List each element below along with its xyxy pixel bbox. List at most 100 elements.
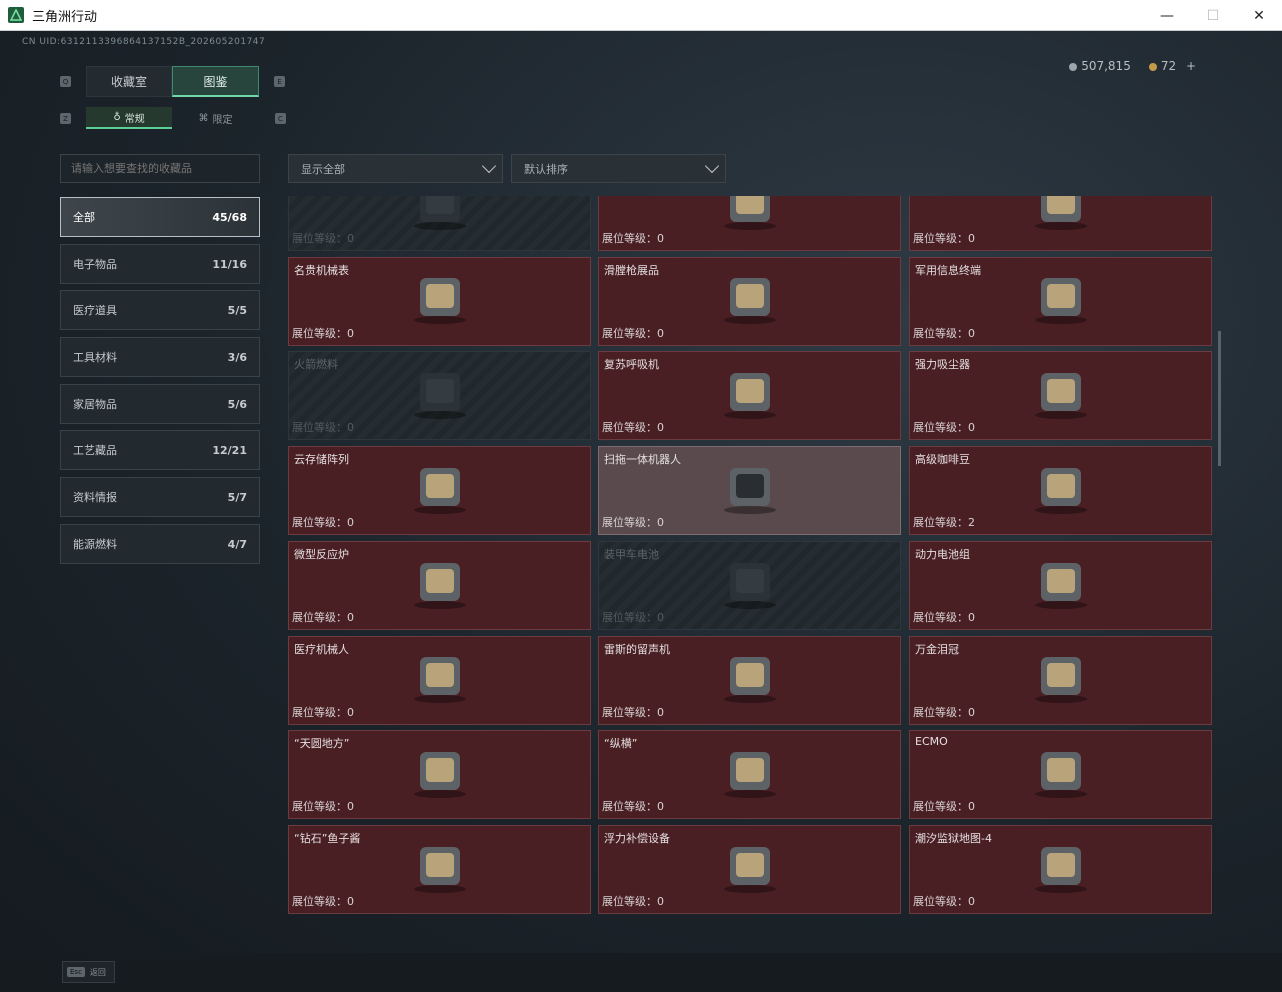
regular-icon: ♁ bbox=[113, 111, 121, 123]
category-fuel[interactable]: 能源燃料 4/7 bbox=[60, 524, 260, 564]
item-name: 动力电池组 bbox=[915, 547, 970, 561]
subtab-limited[interactable]: ⌘ 限定 bbox=[172, 107, 259, 129]
item-name: 浮力补偿设备 bbox=[604, 831, 670, 845]
exhibit-level: 展位等级：0 bbox=[292, 800, 354, 814]
category-medical[interactable]: 医疗道具 5/5 bbox=[60, 290, 260, 330]
display-filter-dropdown[interactable]: 显示全部 bbox=[288, 154, 503, 183]
collection-card[interactable]: 浮力补偿设备 展位等级：0 bbox=[598, 824, 901, 914]
exhibit-level: 展位等级：0 bbox=[913, 705, 975, 719]
vacuum-icon bbox=[1021, 363, 1101, 425]
sort-dropdown[interactable]: 默认排序 bbox=[511, 154, 726, 183]
collection-grid[interactable]: 曼德尔超算单元展位等级：0自动体外除颤器展位等级：0步战车模型展位等级：0 名贵机… bbox=[288, 196, 1213, 924]
bcd-icon bbox=[710, 837, 790, 899]
exhibit-level: 展位等级：0 bbox=[913, 232, 975, 245]
exhibit-level: 展位等级：0 bbox=[602, 894, 664, 908]
collection-card[interactable]: 军用信息终端 展位等级：0 bbox=[909, 256, 1212, 346]
jeweled-egg-icon bbox=[1021, 647, 1101, 709]
item-name: 军用信息终端 bbox=[915, 263, 981, 277]
limited-icon: ⌘ bbox=[198, 112, 209, 124]
collection-card[interactable]: “纵横” 展位等级：0 bbox=[598, 730, 901, 820]
collection-card[interactable]: 扫拖一体机器人 展位等级：0 bbox=[598, 446, 901, 536]
grid-scrollbar[interactable] bbox=[1218, 331, 1221, 466]
category-household[interactable]: 家居物品 5/6 bbox=[60, 384, 260, 424]
defibrillator-icon bbox=[710, 196, 790, 236]
item-name: 火箭燃料 bbox=[294, 358, 338, 372]
exhibit-level: 展位等级：0 bbox=[292, 516, 354, 530]
close-button[interactable]: ✕ bbox=[1236, 0, 1282, 31]
item-name: “天圆地方” bbox=[294, 737, 350, 751]
subtab-regular[interactable]: ♁ 常规 bbox=[86, 107, 172, 129]
collection-card[interactable]: 曼德尔超算单元展位等级：0 bbox=[288, 196, 591, 251]
next-tab-key-icon: E bbox=[274, 76, 285, 87]
battery-icon bbox=[710, 553, 790, 615]
armillary-sphere-icon bbox=[400, 742, 480, 804]
collection-card[interactable]: 名贵机械表 展位等级：0 bbox=[288, 256, 591, 346]
collection-card[interactable]: 自动体外除颤器展位等级：0 bbox=[598, 196, 901, 251]
window-titlebar: 三角洲行动 — ☐ ✕ bbox=[0, 0, 1282, 31]
category-all[interactable]: 全部 45/68 bbox=[60, 197, 260, 237]
ticket-balance: 72 + bbox=[1148, 59, 1196, 73]
exhibit-level: 展位等级：0 bbox=[292, 705, 354, 719]
collection-card[interactable]: “天圆地方” 展位等级：0 bbox=[288, 730, 591, 820]
collection-card[interactable]: 医疗机械人展位等级：0 bbox=[288, 635, 591, 725]
window-title: 三角洲行动 bbox=[32, 9, 98, 25]
minimize-button[interactable]: — bbox=[1144, 0, 1190, 31]
coin-balance: 507,815 bbox=[1069, 59, 1131, 73]
item-name: 万金泪冠 bbox=[915, 642, 959, 656]
battery-pack-icon bbox=[1021, 553, 1101, 615]
exhibit-level: 展位等级：0 bbox=[913, 800, 975, 814]
back-button[interactable]: Esc 返回 bbox=[62, 961, 115, 983]
collection-card[interactable]: 装甲车电池 展位等级：0 bbox=[598, 540, 901, 630]
exhibit-level: 展位等级：0 bbox=[292, 610, 354, 624]
category-electronics[interactable]: 电子物品 11/16 bbox=[60, 244, 260, 284]
item-name: 强力吸尘器 bbox=[915, 358, 970, 372]
category-tools[interactable]: 工具材料 3/6 bbox=[60, 337, 260, 377]
exhibit-level: 展位等级：0 bbox=[602, 326, 664, 340]
category-intel[interactable]: 资料情报 5/7 bbox=[60, 477, 260, 517]
collection-card[interactable]: “钻石”鱼子酱 展位等级：0 bbox=[288, 824, 591, 914]
item-name: “钻石”鱼子酱 bbox=[294, 831, 361, 845]
collection-card[interactable]: 微型反应炉展位等级：0 bbox=[288, 540, 591, 630]
tab-collection-room[interactable]: 收藏室 bbox=[86, 66, 172, 97]
next-subtab-key-icon: C bbox=[275, 113, 286, 124]
gramophone-icon bbox=[710, 647, 790, 709]
collection-card[interactable]: 火箭燃料 展位等级：0 bbox=[288, 351, 591, 441]
item-name: 微型反应炉 bbox=[294, 547, 349, 561]
collection-card[interactable]: 步战车模型展位等级：0 bbox=[909, 196, 1212, 251]
item-name: 雷斯的留声机 bbox=[604, 642, 670, 656]
exhibit-level: 展位等级：0 bbox=[602, 800, 664, 814]
map-icon bbox=[1021, 837, 1101, 899]
exhibit-level: 展位等级：0 bbox=[913, 421, 975, 435]
collection-card[interactable]: 强力吸尘器展位等级：0 bbox=[909, 351, 1212, 441]
collection-card[interactable]: 云存储阵列 展位等级：0 bbox=[288, 446, 591, 536]
collection-card[interactable]: ECMO 展位等级：0 bbox=[909, 730, 1212, 820]
collection-card[interactable]: 复苏呼吸机 展位等级：0 bbox=[598, 351, 901, 441]
exhibit-level: 展位等级：0 bbox=[292, 326, 354, 340]
tab-catalog[interactable]: 图鉴 bbox=[172, 66, 259, 97]
item-name: 扫拖一体机器人 bbox=[604, 453, 681, 467]
computer-unit-icon bbox=[400, 196, 480, 236]
coffee-bag-icon bbox=[1021, 458, 1101, 520]
collection-card[interactable]: 滑膛枪展品展位等级：0 bbox=[598, 256, 901, 346]
game-viewport: CN UID:6312113396864137152B_202605201747… bbox=[0, 31, 1282, 992]
exhibit-level: 展位等级：0 bbox=[602, 421, 664, 435]
medical-robot-icon bbox=[400, 647, 480, 709]
terminal-icon bbox=[1021, 268, 1101, 330]
maximize-button[interactable]: ☐ bbox=[1190, 0, 1236, 31]
collection-card[interactable]: 潮汐监狱地图-4 展位等级：0 bbox=[909, 824, 1212, 914]
storage-array-icon bbox=[400, 458, 480, 520]
musket-icon bbox=[710, 268, 790, 330]
collection-card[interactable]: 高级咖啡豆 展位等级：2 bbox=[909, 446, 1212, 536]
robot-vacuum-icon bbox=[710, 458, 790, 520]
item-name: 医疗机械人 bbox=[294, 642, 349, 656]
add-currency-button[interactable]: + bbox=[1186, 59, 1196, 73]
collection-card[interactable]: 动力电池组 展位等级：0 bbox=[909, 540, 1212, 630]
collection-card[interactable]: 雷斯的留声机 展位等级：0 bbox=[598, 635, 901, 725]
reactor-icon bbox=[400, 553, 480, 615]
search-input[interactable] bbox=[60, 154, 260, 183]
ifv-model-icon bbox=[1021, 196, 1101, 236]
item-name: 滑膛枪展品 bbox=[604, 263, 659, 277]
collection-card[interactable]: 万金泪冠展位等级：0 bbox=[909, 635, 1212, 725]
category-crafts[interactable]: 工艺藏品 12/21 bbox=[60, 430, 260, 470]
exhibit-level: 展位等级：2 bbox=[913, 516, 975, 530]
